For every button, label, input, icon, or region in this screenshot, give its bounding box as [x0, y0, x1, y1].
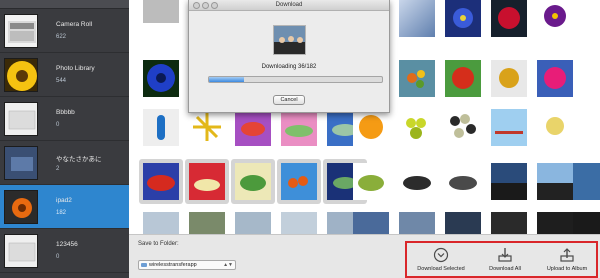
- sidebar-item-123456[interactable]: 123456 0: [0, 229, 129, 273]
- sidebar-item-camera-roll[interactable]: Camera Roll 622: [0, 9, 129, 53]
- folder-icon: [141, 263, 147, 267]
- album-thumbnail: [4, 14, 38, 48]
- album-name: Photo Library: [56, 65, 95, 72]
- close-window-button[interactable]: [193, 2, 200, 9]
- album-count: 544: [56, 78, 67, 84]
- album-count: 182: [56, 210, 67, 216]
- photo-thumbnail[interactable]: [349, 208, 393, 234]
- photo-thumbnail[interactable]: [139, 159, 183, 204]
- photo-thumbnail[interactable]: [395, 56, 439, 101]
- download-selected-button[interactable]: Download Selected: [411, 243, 471, 276]
- photo-thumbnail[interactable]: [139, 0, 183, 27]
- download-progress-bar: [208, 76, 383, 83]
- photo-thumbnail[interactable]: [185, 159, 229, 204]
- progress-bar-fill: [209, 77, 244, 82]
- photo-thumbnail[interactable]: [139, 208, 183, 234]
- photo-thumbnail[interactable]: [231, 208, 275, 234]
- album-name: やなたさかあに: [56, 156, 102, 163]
- zoom-window-button[interactable]: [211, 2, 218, 9]
- photo-thumbnail[interactable]: [487, 105, 531, 150]
- photo-thumbnail[interactable]: [395, 105, 439, 150]
- sidebar-item-bbbbb[interactable]: Bbbbb 0: [0, 97, 129, 141]
- photo-thumbnail[interactable]: [441, 105, 485, 150]
- sidebar-item-ipad2[interactable]: ipad2 182: [0, 185, 129, 229]
- album-thumbnail: [4, 58, 38, 92]
- download-preview-image: [273, 25, 306, 55]
- album-thumbnail: [4, 190, 38, 224]
- download-status-text: Downloading 36/182: [261, 64, 317, 70]
- sidebar-item-photo-library[interactable]: Photo Library 544: [0, 53, 129, 97]
- photo-thumbnail[interactable]: [533, 0, 577, 41]
- photo-thumbnail[interactable]: [277, 208, 321, 234]
- photo-thumbnail[interactable]: [139, 56, 183, 101]
- sidebar-item-japanese-album[interactable]: やなたさかあに 2: [0, 141, 129, 185]
- photo-thumbnail[interactable]: [487, 159, 531, 204]
- album-thumbnail: [4, 234, 38, 268]
- photo-thumbnail[interactable]: [569, 159, 600, 204]
- download-all-button[interactable]: Download All: [475, 243, 535, 276]
- save-folder-label: Save to Folder:: [138, 241, 179, 247]
- folder-select[interactable]: wirelesstransferapp ▲▼: [138, 260, 236, 270]
- download-circle-icon: [433, 247, 449, 263]
- cancel-button[interactable]: Cancel: [273, 95, 305, 105]
- photo-thumbnail[interactable]: [441, 0, 485, 41]
- sidebar-header: [0, 0, 129, 9]
- album-count: 2: [56, 166, 60, 172]
- download-tray-icon: [498, 248, 512, 262]
- album-name: Camera Roll: [56, 21, 93, 28]
- photo-thumbnail[interactable]: [395, 159, 439, 204]
- album-count: 622: [56, 34, 67, 40]
- folder-select-value: wirelesstransferapp: [149, 262, 197, 268]
- album-count: 0: [56, 254, 60, 260]
- photo-thumbnail[interactable]: [487, 0, 531, 41]
- album-count: 0: [56, 122, 60, 128]
- upload-tray-icon: [560, 248, 574, 262]
- upload-to-album-button[interactable]: Upload to Album: [537, 243, 597, 276]
- photo-thumbnail[interactable]: [441, 159, 485, 204]
- album-name: Bbbbb: [56, 109, 75, 116]
- photo-thumbnail[interactable]: [533, 56, 577, 101]
- photo-thumbnail[interactable]: [185, 208, 229, 234]
- album-thumbnail: [4, 146, 38, 180]
- photo-thumbnail[interactable]: [277, 159, 321, 204]
- album-sidebar: Camera Roll 622 Photo Library 544 Bbbbb …: [0, 0, 129, 278]
- minimize-window-button[interactable]: [202, 2, 209, 9]
- download-dialog: Download Downloading 36/182 Cancel: [188, 0, 390, 113]
- photo-thumbnail[interactable]: [533, 105, 577, 150]
- photo-thumbnail[interactable]: [569, 208, 600, 234]
- photo-thumbnail[interactable]: [395, 0, 439, 41]
- upload-to-album-label: Upload to Album: [546, 266, 588, 272]
- photo-thumbnail[interactable]: [395, 208, 439, 234]
- dialog-titlebar: Download: [189, 0, 389, 11]
- album-name: ipad2: [56, 197, 72, 204]
- photo-thumbnail[interactable]: [487, 208, 531, 234]
- photo-thumbnail[interactable]: [139, 105, 183, 150]
- download-selected-label: Download Selected: [417, 266, 465, 272]
- actions-highlight-box: Download Selected Download All Upload to…: [405, 241, 598, 278]
- photo-thumbnail[interactable]: [487, 56, 531, 101]
- album-thumbnail: [4, 102, 38, 136]
- bottom-toolbar: Save to Folder: wirelesstransferapp ▲▼ D…: [129, 234, 600, 278]
- dialog-title: Download: [275, 2, 303, 8]
- photo-thumbnail[interactable]: [441, 56, 485, 101]
- photo-thumbnail[interactable]: [441, 208, 485, 234]
- photo-thumbnail[interactable]: [349, 159, 393, 204]
- album-name: 123456: [56, 241, 78, 248]
- download-all-label: Download All: [489, 266, 521, 272]
- photo-thumbnail[interactable]: [231, 159, 275, 204]
- select-arrows-icon: ▲▼: [223, 262, 233, 268]
